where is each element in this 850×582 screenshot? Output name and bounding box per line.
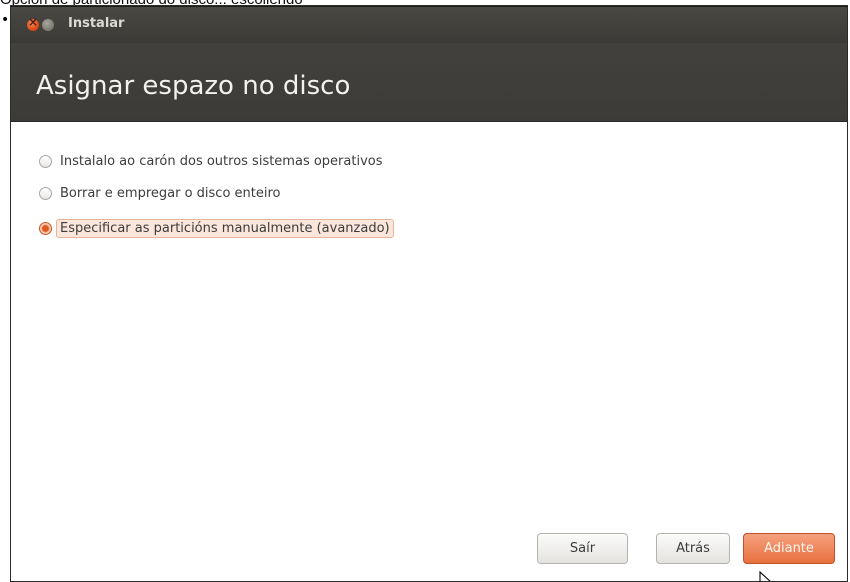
window-title: Instalar	[68, 16, 125, 31]
bullet-icon: •	[1, 12, 10, 28]
installer-window: Instalar Asignar espazo no disco Instala…	[10, 5, 848, 582]
option-label: Borrar e empregar o disco enteiro	[60, 185, 281, 201]
titlebar: Instalar	[11, 6, 847, 43]
quit-button[interactable]: Saír	[537, 533, 628, 564]
option-label: Instalalo ao carón dos outros sistemas o…	[60, 153, 383, 169]
radio-checked-icon[interactable]	[39, 221, 52, 235]
option-install-alongside[interactable]: Instalalo ao carón dos outros sistemas o…	[39, 150, 383, 172]
minimize-icon[interactable]	[42, 19, 54, 31]
back-button[interactable]: Atrás	[656, 533, 730, 564]
radio-unchecked-icon[interactable]	[39, 186, 52, 200]
page-header: Asignar espazo no disco	[11, 43, 847, 122]
forward-button[interactable]: Adiante	[743, 533, 835, 564]
option-manual-partitioning[interactable]: Especificar as particións manualmente (a…	[39, 217, 394, 239]
page-title: Asignar espazo no disco	[36, 71, 351, 101]
radio-unchecked-icon[interactable]	[39, 154, 52, 168]
option-erase-disk[interactable]: Borrar e empregar o disco enteiro	[39, 182, 281, 204]
close-icon[interactable]	[27, 15, 39, 31]
content-area: Instalalo ao carón dos outros sistemas o…	[11, 123, 847, 581]
mouse-pointer-icon	[759, 571, 771, 581]
option-label: Especificar as particións manualmente (a…	[56, 218, 394, 238]
